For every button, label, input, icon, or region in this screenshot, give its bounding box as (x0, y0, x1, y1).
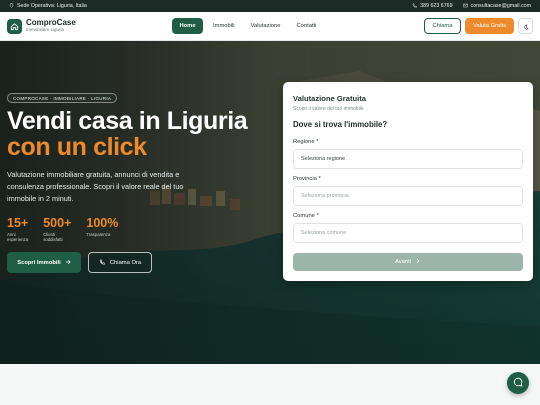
phone-icon (412, 3, 418, 10)
nav-valutazione[interactable]: Valutazione (245, 18, 287, 34)
municipality-select[interactable]: Seleziona comune (293, 223, 523, 243)
form-question: Dove si trova l'immobile? (293, 120, 388, 129)
brand-tagline: Immobiliare Liguria (26, 27, 65, 33)
hero-description: Valutazione immobiliare gratuita, annunc… (7, 170, 184, 203)
arrow-right-icon (65, 259, 71, 267)
site-header: ComproCase Immobiliare Liguria Home Immo… (0, 12, 540, 41)
stat-value: 100% (86, 216, 119, 230)
next-section (0, 364, 540, 405)
municipality-label: Comune * (293, 213, 319, 219)
stat-experience: 15+ Anni esperienza (7, 217, 28, 242)
hero-badge: COMPROCASE · IMMOBILIARE · LIGURIA (7, 93, 118, 103)
call-button[interactable]: Chiama (424, 18, 461, 34)
stat-label: Anni esperienza (7, 231, 29, 242)
office-location-text: Sede Operativa: Liguria, Italia (17, 3, 87, 9)
region-select[interactable]: Seleziona regione (293, 149, 523, 169)
phone-number: 389 623 6769 (420, 3, 453, 9)
discover-properties-button[interactable]: Scopri Immobili (7, 252, 81, 273)
call-now-button[interactable]: Chiama Ora (88, 252, 152, 273)
mail-icon (462, 3, 468, 10)
stat-value: 15+ (7, 216, 29, 230)
stat-clients: 500+ Clienti soddisfatti (43, 217, 71, 242)
nav-immobili[interactable]: Immobili (207, 18, 241, 34)
chat-bubble-icon (513, 374, 523, 392)
topbar-email-link[interactable]: consultacase@gmail.com (462, 3, 531, 10)
brand-name: ComproCase (26, 18, 76, 28)
valuation-form-card: Valutazione Gratuita Scopri il valore de… (283, 82, 533, 281)
region-label: Regione * (293, 139, 319, 145)
discover-properties-label: Scopri Immobili (17, 259, 61, 266)
province-label: Provincia * (293, 176, 321, 182)
hero-stats: 15+ Anni esperienza 500+ Clienti soddisf… (7, 217, 118, 242)
hero-title-line1: Vendi casa in Liguria (7, 107, 248, 135)
whatsapp-chat-button[interactable] (507, 372, 529, 394)
form-title: Valutazione Gratuita (293, 94, 367, 103)
call-now-label: Chiama Ora (109, 259, 142, 266)
stat-value: 500+ (43, 216, 72, 230)
house-logo-icon (7, 18, 22, 34)
moon-icon (523, 17, 529, 35)
top-info-bar: Sede Operativa: Liguria, Italia 389 623 … (0, 0, 540, 12)
chevron-right-icon (415, 258, 421, 266)
theme-toggle-button[interactable] (518, 18, 533, 34)
province-select[interactable]: Seleziona provincia (293, 186, 523, 206)
form-subtitle: Scopri il valore del tuo immobile (293, 106, 364, 112)
free-valuation-button[interactable]: Valuta Gratis (465, 18, 514, 34)
phone-icon (99, 259, 105, 267)
email-address: consultacase@gmail.com (470, 3, 531, 9)
nav-home[interactable]: Home (172, 18, 203, 34)
stat-label: Trasparenza (86, 231, 111, 237)
main-nav: Home Immobili Valutazione Contatti (172, 18, 322, 34)
brand-logo[interactable]: ComproCase Immobiliare Liguria (7, 18, 76, 34)
stat-label: Clienti soddisfatti (43, 231, 63, 242)
hero-title-line2: con un click (7, 133, 147, 161)
location-pin-icon (9, 2, 14, 10)
next-button[interactable]: Avanti (293, 253, 523, 271)
topbar-phone-link[interactable]: 389 623 6769 (412, 3, 453, 10)
next-button-label: Avanti (394, 259, 411, 265)
stat-transparency: 100% Trasparenza (86, 217, 118, 242)
nav-contatti[interactable]: Contatti (290, 18, 322, 34)
